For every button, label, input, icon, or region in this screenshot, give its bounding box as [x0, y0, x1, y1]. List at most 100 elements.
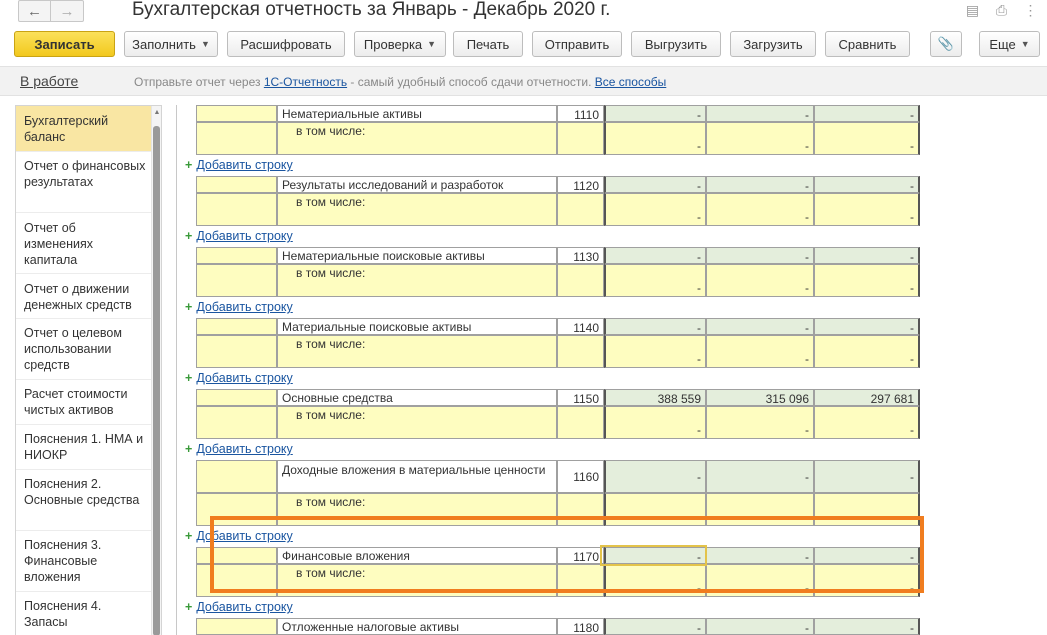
row-prefix-cell[interactable]	[196, 460, 277, 493]
print-icon[interactable]: ⎙	[993, 2, 1010, 19]
all-methods-link[interactable]: Все способы	[595, 75, 667, 89]
sub-value-cell-s2[interactable]: -	[706, 264, 814, 297]
plus-icon: +	[185, 371, 193, 385]
value-cell-v2[interactable]: -	[706, 105, 814, 122]
add-row-link[interactable]: + Добавить строку	[185, 371, 293, 385]
sidebar-item-notes-4[interactable]: Пояснения 4. Запасы	[16, 592, 151, 635]
value-cell-v2[interactable]: -	[706, 618, 814, 635]
row-name-cell: Нематериальные поисковые активы	[277, 247, 557, 264]
sub-value-cell-s3[interactable]: -	[814, 122, 920, 155]
plus-icon: +	[185, 442, 193, 456]
value-cell-v3[interactable]: 297 681	[814, 389, 920, 406]
value-cell-v1[interactable]: 388 559	[604, 389, 706, 406]
value-cell-v2[interactable]: -	[706, 176, 814, 193]
sidebar-item-notes-1[interactable]: Пояснения 1. НМА и НИОКР	[16, 425, 151, 470]
sub-value-cell-s2[interactable]: -	[706, 193, 814, 226]
save-button[interactable]: Записать	[14, 31, 115, 57]
sidebar-scrollbar[interactable]: ▲	[151, 106, 161, 635]
more-vertical-icon[interactable]: ⋮	[1022, 2, 1039, 19]
row-code-cell: 1120	[557, 176, 604, 193]
sub-value-cell-s3[interactable]: -	[814, 193, 920, 226]
value-cell-v3[interactable]: -	[814, 318, 920, 335]
sub-value-cell-s2[interactable]: -	[706, 406, 814, 439]
forward-button[interactable]: →	[51, 0, 84, 22]
sidebar-item-notes-3[interactable]: Пояснения 3. Финансовые вложения	[16, 531, 151, 592]
more-button[interactable]: Еще ▼	[979, 31, 1040, 57]
sidebar-item-financial-results[interactable]: Отчет о финансовых результатах	[16, 152, 151, 213]
row-prefix-cell[interactable]	[196, 389, 277, 406]
value-cell-v3[interactable]: -	[814, 176, 920, 193]
row-prefix-cell[interactable]	[196, 105, 277, 122]
sub-prefix-cell[interactable]	[196, 193, 277, 226]
value-cell-v2[interactable]: 315 096	[706, 389, 814, 406]
1c-reporting-link[interactable]: 1С-Отчетность	[264, 75, 347, 89]
sub-value-cell-s1[interactable]: -	[604, 335, 706, 368]
sub-label-cell: в том числе:	[277, 406, 557, 439]
sidebar-item-net-assets[interactable]: Расчет стоимости чистых активов	[16, 380, 151, 425]
chevron-down-icon: ▼	[427, 39, 437, 49]
sidebar-item-capital-changes[interactable]: Отчет об изменениях капитала	[16, 213, 151, 274]
sub-value-cell-s1[interactable]: -	[604, 122, 706, 155]
sidebar-item-cash-flow[interactable]: Отчет о движении денежных средств	[16, 274, 151, 319]
print-button[interactable]: Печать	[453, 31, 523, 57]
back-button[interactable]: ←	[18, 0, 51, 22]
add-row-link[interactable]: + Добавить строку	[185, 300, 293, 314]
sidebar-item-balance[interactable]: Бухгалтерский баланс	[16, 106, 151, 152]
value-cell-v1[interactable]: -	[604, 318, 706, 335]
fill-button[interactable]: Заполнить ▼	[124, 31, 218, 57]
export-button[interactable]: Выгрузить	[631, 31, 721, 57]
send-button[interactable]: Отправить	[532, 31, 622, 57]
value-cell-v1[interactable]: -	[604, 618, 706, 635]
status-link[interactable]: В работе	[20, 73, 78, 89]
sub-value-cell-s3[interactable]: -	[814, 264, 920, 297]
check-button[interactable]: Проверка ▼	[354, 31, 446, 57]
export-button-label: Выгрузить	[644, 36, 708, 52]
scrollbar-thumb[interactable]	[153, 126, 160, 635]
sub-value-cell-s3[interactable]: -	[814, 335, 920, 368]
decode-button-label: Расшифровать	[240, 36, 332, 52]
sub-prefix-cell[interactable]	[196, 122, 277, 155]
save-disk-icon[interactable]: ▤	[964, 2, 981, 19]
compare-button[interactable]: Сравнить	[825, 31, 910, 57]
value-cell-v1[interactable]: -	[604, 460, 706, 493]
attach-button[interactable]: 📎	[930, 31, 962, 57]
value-cell-v3[interactable]: -	[814, 460, 920, 493]
value-cell-v1[interactable]: -	[604, 247, 706, 264]
import-button-label: Загрузить	[743, 36, 803, 52]
sub-value-cell-s2[interactable]: -	[706, 122, 814, 155]
add-row-link[interactable]: + Добавить строку	[185, 229, 293, 243]
sidebar-item-label: Пояснения 2. Основные средства	[24, 477, 140, 507]
add-row-link[interactable]: + Добавить строку	[185, 600, 293, 614]
sub-value-cell-s3[interactable]: -	[814, 406, 920, 439]
add-row-label: Добавить строку	[196, 229, 293, 243]
row-prefix-cell[interactable]	[196, 618, 277, 635]
sub-value-cell-s1[interactable]: -	[604, 193, 706, 226]
value-cell-v2[interactable]: -	[706, 247, 814, 264]
sidebar-item-targeted-use[interactable]: Отчет о целевом использовании средств	[16, 319, 151, 380]
add-row-link[interactable]: + Добавить строку	[185, 158, 293, 172]
sub-value-cell-s1[interactable]: -	[604, 264, 706, 297]
row-code-cell: 1140	[557, 318, 604, 335]
decode-button[interactable]: Расшифровать	[227, 31, 345, 57]
sidebar-item-label: Расчет стоимости чистых активов	[24, 387, 128, 417]
row-prefix-cell[interactable]	[196, 247, 277, 264]
row-prefix-cell[interactable]	[196, 318, 277, 335]
sub-value-cell-s2[interactable]: -	[706, 335, 814, 368]
value-cell-v1[interactable]: -	[604, 105, 706, 122]
value-cell-v2[interactable]: -	[706, 318, 814, 335]
sub-prefix-cell[interactable]	[196, 264, 277, 297]
value-cell-v3[interactable]: -	[814, 618, 920, 635]
sidebar-item-notes-2[interactable]: Пояснения 2. Основные средства	[16, 470, 151, 531]
scroll-up-icon[interactable]: ▲	[152, 109, 161, 116]
import-button[interactable]: Загрузить	[730, 31, 816, 57]
sub-prefix-cell[interactable]	[196, 406, 277, 439]
value-cell-v3[interactable]: -	[814, 105, 920, 122]
value-cell-v1[interactable]: -	[604, 176, 706, 193]
row-prefix-cell[interactable]	[196, 176, 277, 193]
sub-prefix-cell[interactable]	[196, 335, 277, 368]
sub-value-cell-s1[interactable]: -	[604, 406, 706, 439]
value-cell-v3[interactable]: -	[814, 247, 920, 264]
add-row-link[interactable]: + Добавить строку	[185, 442, 293, 456]
add-row-label: Добавить строку	[196, 600, 293, 614]
value-cell-v2[interactable]: -	[706, 460, 814, 493]
